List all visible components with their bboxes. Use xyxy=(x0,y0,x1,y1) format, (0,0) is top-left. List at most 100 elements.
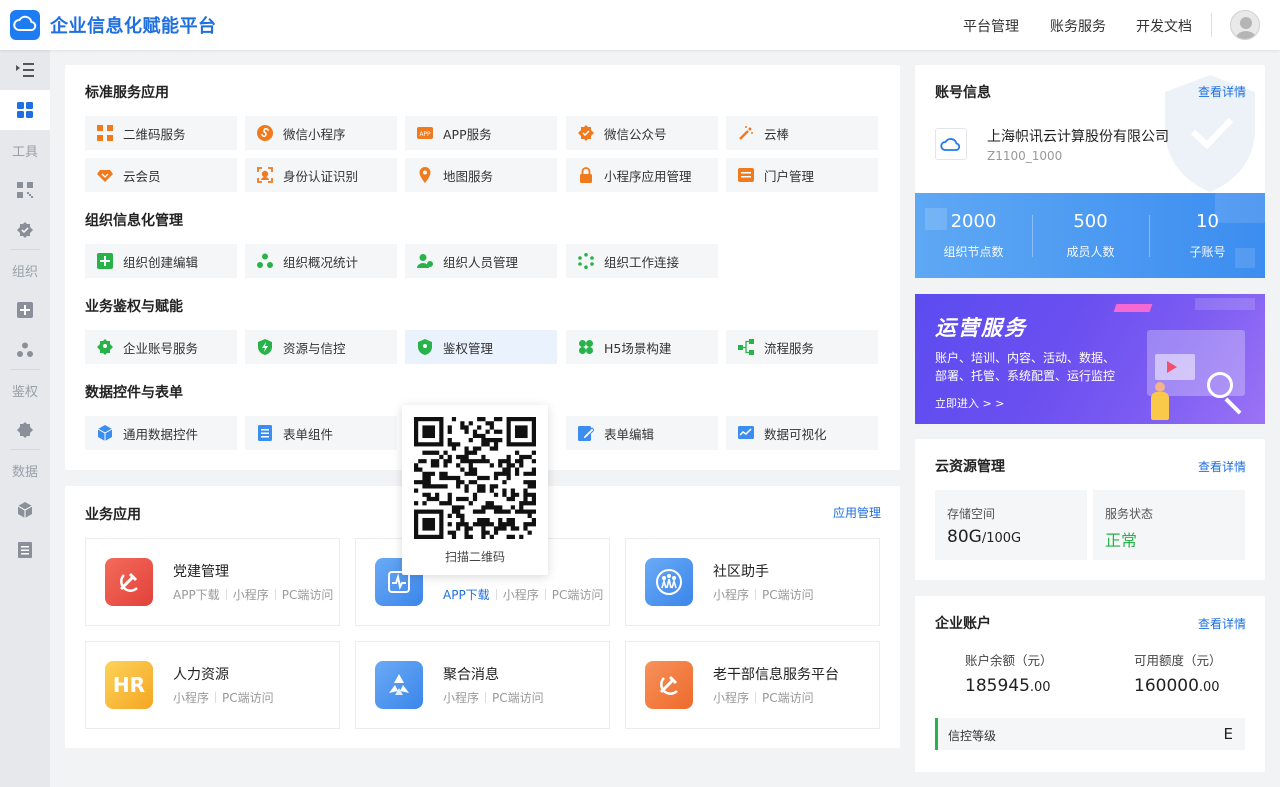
tile-org-stats[interactable]: 组织概况统计 xyxy=(245,244,397,278)
cube-icon[interactable] xyxy=(0,490,50,530)
miniprogram-link[interactable]: 小程序 xyxy=(173,691,209,705)
storage-used: 80G xyxy=(947,527,982,547)
pc-access-link[interactable]: PC端访问 xyxy=(222,691,274,705)
balance-label: 账户余额（元） xyxy=(965,653,1053,668)
tile-process-service[interactable]: 流程服务 xyxy=(726,330,878,364)
app-download-link[interactable]: APP下载 xyxy=(173,588,220,602)
auth-badge-icon[interactable] xyxy=(0,410,50,450)
tile-identity-auth[interactable]: 身份认证识别 xyxy=(245,158,397,192)
lock-icon xyxy=(578,167,594,183)
section-title-auth: 业务鉴权与赋能 xyxy=(85,299,183,315)
nav-billing-service[interactable]: 账务服务 xyxy=(1050,16,1106,36)
tile-h5-scene[interactable]: H5场景构建 xyxy=(566,330,718,364)
nav-platform-management[interactable]: 平台管理 xyxy=(963,16,1019,36)
document-icon[interactable] xyxy=(0,530,50,570)
tile-enterprise-account[interactable]: 企业账号服务 xyxy=(85,330,237,364)
app-card-messages[interactable]: 聚合消息 小程序 PC端访问 xyxy=(355,641,610,729)
tile-miniprogram-manage[interactable]: 小程序应用管理 xyxy=(566,158,718,192)
miniprogram-link[interactable]: 小程序 xyxy=(503,588,539,602)
sidebar-label-org: 组织 xyxy=(11,265,38,280)
sidebar-divider xyxy=(10,369,40,370)
company-cloud-icon xyxy=(935,128,967,160)
pc-access-link[interactable]: PC端访问 xyxy=(762,691,814,705)
tile-org-connect[interactable]: 组织工作连接 xyxy=(566,244,718,278)
miniprogram-link[interactable]: 小程序 xyxy=(233,588,269,602)
balance-dec: .00 xyxy=(1029,680,1051,695)
collapse-menu-icon[interactable] xyxy=(0,50,50,90)
app-links: 小程序 PC端访问 xyxy=(713,586,814,603)
tile-label: 微信小程序 xyxy=(283,126,346,142)
tile-label: 鉴权管理 xyxy=(443,340,494,356)
cloud-detail-link[interactable]: 查看详情 xyxy=(1198,458,1246,475)
tile-cloud-member[interactable]: 云会员 xyxy=(85,158,237,192)
tile-org-create[interactable]: 组织创建编辑 xyxy=(85,244,237,278)
tile-wechat-official[interactable]: 微信公众号 xyxy=(566,116,718,150)
left-sidebar: 工具 组织 鉴权 数据 xyxy=(0,50,50,787)
play-icon xyxy=(1167,361,1177,373)
tile-form-component[interactable]: 表单组件 xyxy=(245,416,397,450)
sidebar-divider xyxy=(10,249,40,250)
miniprogram-link[interactable]: 小程序 xyxy=(713,691,749,705)
tile-label: 数据可视化 xyxy=(764,426,827,442)
app-manage-link[interactable]: 应用管理 xyxy=(833,504,881,521)
pc-access-link[interactable]: PC端访问 xyxy=(282,588,334,602)
app-links: 小程序 PC端访问 xyxy=(713,689,814,706)
banner-enter-link[interactable]: 立即进入 > > xyxy=(935,395,1004,411)
divider xyxy=(225,589,227,600)
qrcode-icon[interactable] xyxy=(0,170,50,210)
magic-wand-icon xyxy=(738,125,754,141)
tile-qrcode-service[interactable]: 二维码服务 xyxy=(85,116,237,150)
tile-label: 门户管理 xyxy=(764,168,815,184)
tile-label: 组织工作连接 xyxy=(604,254,680,270)
banner-title: 运营服务 xyxy=(935,316,1027,340)
tile-label: 身份认证识别 xyxy=(283,168,359,184)
miniprogram-link[interactable]: 小程序 xyxy=(443,691,479,705)
tile-resource-credit[interactable]: 资源与信控 xyxy=(245,330,397,364)
edit-icon xyxy=(578,425,594,441)
app-card-party[interactable]: 党建管理 APP下载 小程序 PC端访问 xyxy=(85,538,340,626)
app-card-hr[interactable]: HR 人力资源 小程序 PC端访问 xyxy=(85,641,340,729)
app-links: 小程序 PC端访问 xyxy=(173,689,274,706)
balance-int: 185945 xyxy=(965,676,1030,696)
tile-yunbang[interactable]: 云棒 xyxy=(726,116,878,150)
dashboard-grid-icon[interactable] xyxy=(0,90,50,130)
app-download-link[interactable]: APP下载 xyxy=(443,588,490,602)
pc-access-link[interactable]: PC端访问 xyxy=(762,588,814,602)
shield-bolt-icon xyxy=(257,339,273,355)
tile-form-edit[interactable]: 表单编辑 xyxy=(566,416,718,450)
account-detail-link[interactable]: 查看详情 xyxy=(1198,83,1246,100)
tile-data-visual[interactable]: 数据可视化 xyxy=(726,416,878,450)
app-card-veteran[interactable]: 老干部信息服务平台 小程序 PC端访问 xyxy=(625,641,880,729)
badge-check-icon[interactable] xyxy=(0,210,50,250)
status-value: 正常 xyxy=(1105,531,1138,550)
diamond-icon xyxy=(97,167,113,183)
tile-label: 二维码服务 xyxy=(123,126,186,142)
tile-label: 表单组件 xyxy=(283,426,334,442)
sidebar-label-data: 数据 xyxy=(11,465,38,480)
tile-wechat-miniprogram[interactable]: 微信小程序 xyxy=(245,116,397,150)
tile-auth-manage[interactable]: 鉴权管理 xyxy=(405,330,557,364)
qrcode-popup: 扫描二维码 xyxy=(402,405,548,575)
operation-service-banner[interactable]: 运营服务 账户、培训、内容、活动、数据、 部署、托管、系统配置、运行监控 立即进… xyxy=(915,294,1265,424)
user-avatar[interactable] xyxy=(1230,10,1260,40)
tile-map-service[interactable]: 地图服务 xyxy=(405,158,557,192)
hammer-sickle-icon xyxy=(645,661,693,709)
app-links: APP下载 小程序 PC端访问 xyxy=(173,586,333,603)
tile-label: 组织创建编辑 xyxy=(123,254,199,270)
app-card-community[interactable]: 社区助手 小程序 PC端访问 xyxy=(625,538,880,626)
nav-dev-docs[interactable]: 开发文档 xyxy=(1136,16,1192,36)
pc-access-link[interactable]: PC端访问 xyxy=(552,588,604,602)
miniprogram-link[interactable]: 小程序 xyxy=(713,588,749,602)
tile-data-control[interactable]: 通用数据控件 xyxy=(85,416,237,450)
tile-label: 微信公众号 xyxy=(604,126,667,142)
magnifier-icon xyxy=(1207,372,1233,398)
pc-access-link[interactable]: PC端访问 xyxy=(492,691,544,705)
org-structure-icon[interactable] xyxy=(0,330,50,370)
app-links: 小程序 PC端访问 xyxy=(443,689,544,706)
add-square-icon[interactable] xyxy=(0,290,50,330)
tile-app-service[interactable]: APP APP服务 xyxy=(405,116,557,150)
enterprise-detail-link[interactable]: 查看详情 xyxy=(1198,615,1246,632)
tile-portal-manage[interactable]: 门户管理 xyxy=(726,158,878,192)
section-title-cloud: 云资源管理 xyxy=(935,459,1005,475)
tile-org-members[interactable]: 组织人员管理 xyxy=(405,244,557,278)
